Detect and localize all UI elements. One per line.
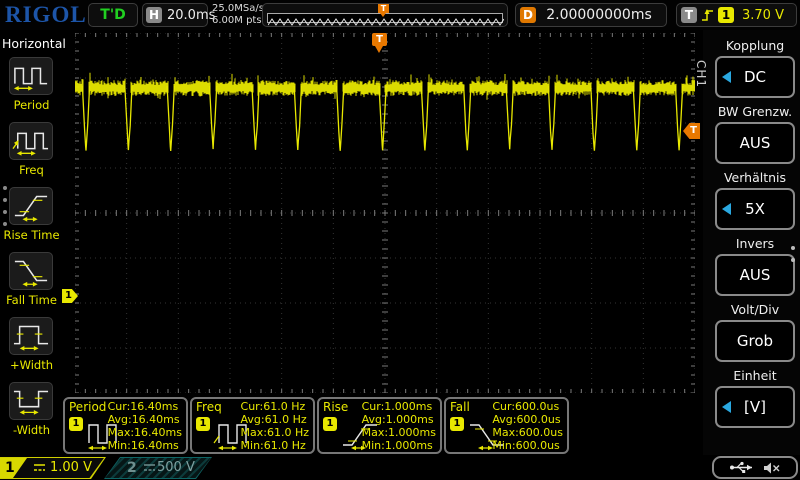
rise-time-icon: [9, 187, 53, 225]
preview-waveform: [268, 16, 504, 29]
trigger-position-marker[interactable]: T: [372, 33, 387, 54]
h-icon: H: [146, 7, 162, 23]
rise-measurement-panel[interactable]: Rise 1 Cur:1.000ms Avg:1.000ms Max:1.000…: [317, 397, 442, 454]
left-measure-menu: Horizontal Period Freq: [0, 30, 63, 455]
delay-box[interactable]: D 2.00000000ms: [515, 3, 667, 27]
source-badge: 1: [69, 417, 83, 431]
menu-group-invers: Invers AUS: [715, 236, 795, 296]
timebase-value: 20.0ms: [167, 8, 215, 23]
usb-icon: [729, 461, 755, 474]
source-badge: 1: [196, 417, 210, 431]
right-soft-menu: CH1 Kopplung DC BW Grenzw. AUS Verhältni…: [703, 30, 800, 455]
trigger-box[interactable]: T 1 3.70 V: [676, 3, 797, 27]
sample-rate: 25.0MSa/s: [212, 3, 264, 15]
period-icon: [9, 57, 53, 95]
freq-icon: [9, 122, 53, 160]
volt-div-button[interactable]: Grob: [715, 320, 795, 362]
trigger-source-badge: 1: [718, 7, 734, 23]
invers-button[interactable]: AUS: [715, 254, 795, 296]
channel1-scale: 1.00 V: [50, 458, 92, 478]
measure-item-freq[interactable]: Freq: [0, 122, 63, 180]
freq-measurement-panel[interactable]: Freq 1 Cur:61.0 Hz Avg:61.0 Hz Max:61.0 …: [190, 397, 315, 454]
top-status-bar: RIGOL T'D H 20.0ms 25.0MSa/s 6.00M pts T: [0, 0, 800, 30]
measure-item-period[interactable]: Period: [0, 57, 63, 115]
measure-item-rise-time[interactable]: Rise Time: [0, 187, 63, 245]
graticule-area: [75, 33, 695, 393]
trigger-icon: T: [681, 7, 697, 23]
rising-edge-icon: [701, 7, 714, 23]
speaker-muted-icon: [763, 461, 781, 475]
ch1-waveform-trace: [75, 33, 695, 393]
preview-trigger-marker[interactable]: T: [378, 4, 389, 17]
channel2-tab[interactable]: 2 500 V: [104, 457, 212, 479]
fall-time-icon: [9, 252, 53, 290]
menu-group-volt-div: Volt/Div Grob: [715, 302, 795, 362]
left-menu-title: Horizontal: [2, 36, 66, 51]
channel2-scale: 500 V: [157, 458, 195, 478]
period-measurement-panel[interactable]: Period 1 Cur:16.40ms Avg:16.40ms Max:16.…: [63, 397, 188, 454]
dc-coupling-icon: [143, 463, 156, 473]
acquisition-info: 25.0MSa/s 6.00M pts: [212, 3, 264, 27]
trigger-status-box: T'D: [88, 3, 138, 27]
verhaeltnis-button[interactable]: 5X: [715, 188, 795, 230]
memory-depth: 6.00M pts: [212, 15, 264, 27]
measurement-results-row: Period 1 Cur:16.40ms Avg:16.40ms Max:16.…: [0, 397, 800, 455]
measure-item-plus-width[interactable]: +Width: [0, 317, 63, 375]
channel-status-bar: 1 1.00 V 2 500 V: [0, 455, 800, 480]
trigger-level-value: 3.70 V: [742, 8, 784, 23]
rigol-logo: RIGOL: [5, 2, 87, 28]
waveform-preview-bar[interactable]: T: [262, 3, 508, 27]
channel2-number: 2: [127, 458, 137, 478]
delay-icon: D: [520, 7, 536, 23]
chevron-left-icon: [722, 71, 731, 83]
menu-group-kopplung: Kopplung DC: [715, 38, 795, 98]
menu-group-bw-grenzw: BW Grenzw. AUS: [715, 104, 795, 164]
channel1-tab[interactable]: 1 1.00 V: [0, 457, 106, 479]
menu-group-verhaeltnis: Verhältnis 5X: [715, 170, 795, 230]
source-badge: 1: [323, 417, 337, 431]
measure-item-fall-time[interactable]: Fall Time: [0, 252, 63, 310]
io-status-box: [712, 456, 798, 479]
menu-channel-title: CH1: [694, 60, 708, 88]
channel1-number: 1: [0, 458, 27, 478]
delay-value: 2.00000000ms: [546, 7, 652, 23]
dc-coupling-icon: [33, 463, 46, 473]
plus-width-icon: [9, 317, 53, 355]
source-badge: 1: [450, 417, 464, 431]
kopplung-button[interactable]: DC: [715, 56, 795, 98]
horizontal-timebase-box[interactable]: H 20.0ms: [142, 3, 208, 27]
bw-grenzw-button[interactable]: AUS: [715, 122, 795, 164]
fall-measurement-panel[interactable]: Fall 1 Cur:600.0us Avg:600.0us Max:600.0…: [444, 397, 569, 454]
chevron-left-icon: [722, 203, 731, 215]
trigger-status-label: T'D: [100, 7, 125, 23]
oscilloscope-screen: RIGOL T'D H 20.0ms 25.0MSa/s 6.00M pts T: [0, 0, 800, 480]
